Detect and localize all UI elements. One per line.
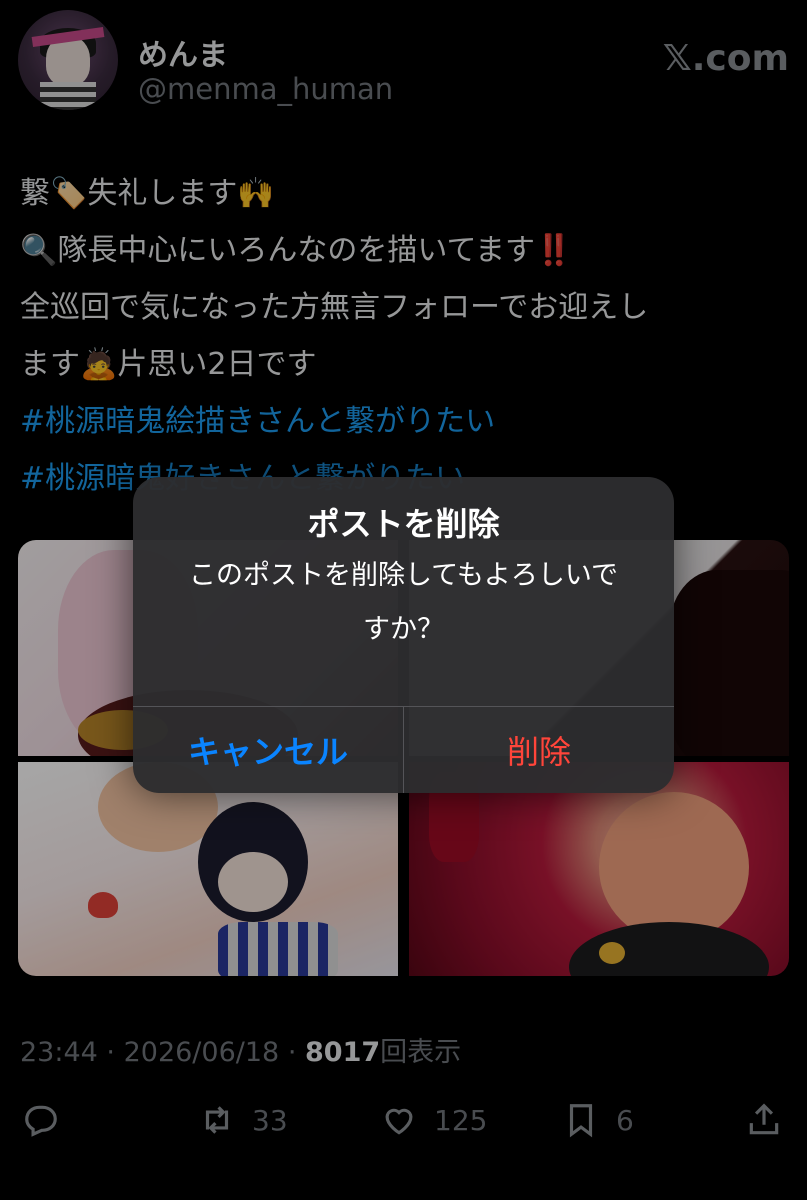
- dialog-message: このポストを削除してもよろしいですか？: [188, 560, 619, 645]
- delete-post-dialog: ポストを削除 このポストを削除してもよろしいですか？ キャンセル 削除: [133, 477, 674, 793]
- delete-button[interactable]: 削除: [404, 707, 674, 793]
- cancel-button[interactable]: キャンセル: [133, 707, 403, 793]
- dialog-title: ポストを削除: [307, 505, 500, 543]
